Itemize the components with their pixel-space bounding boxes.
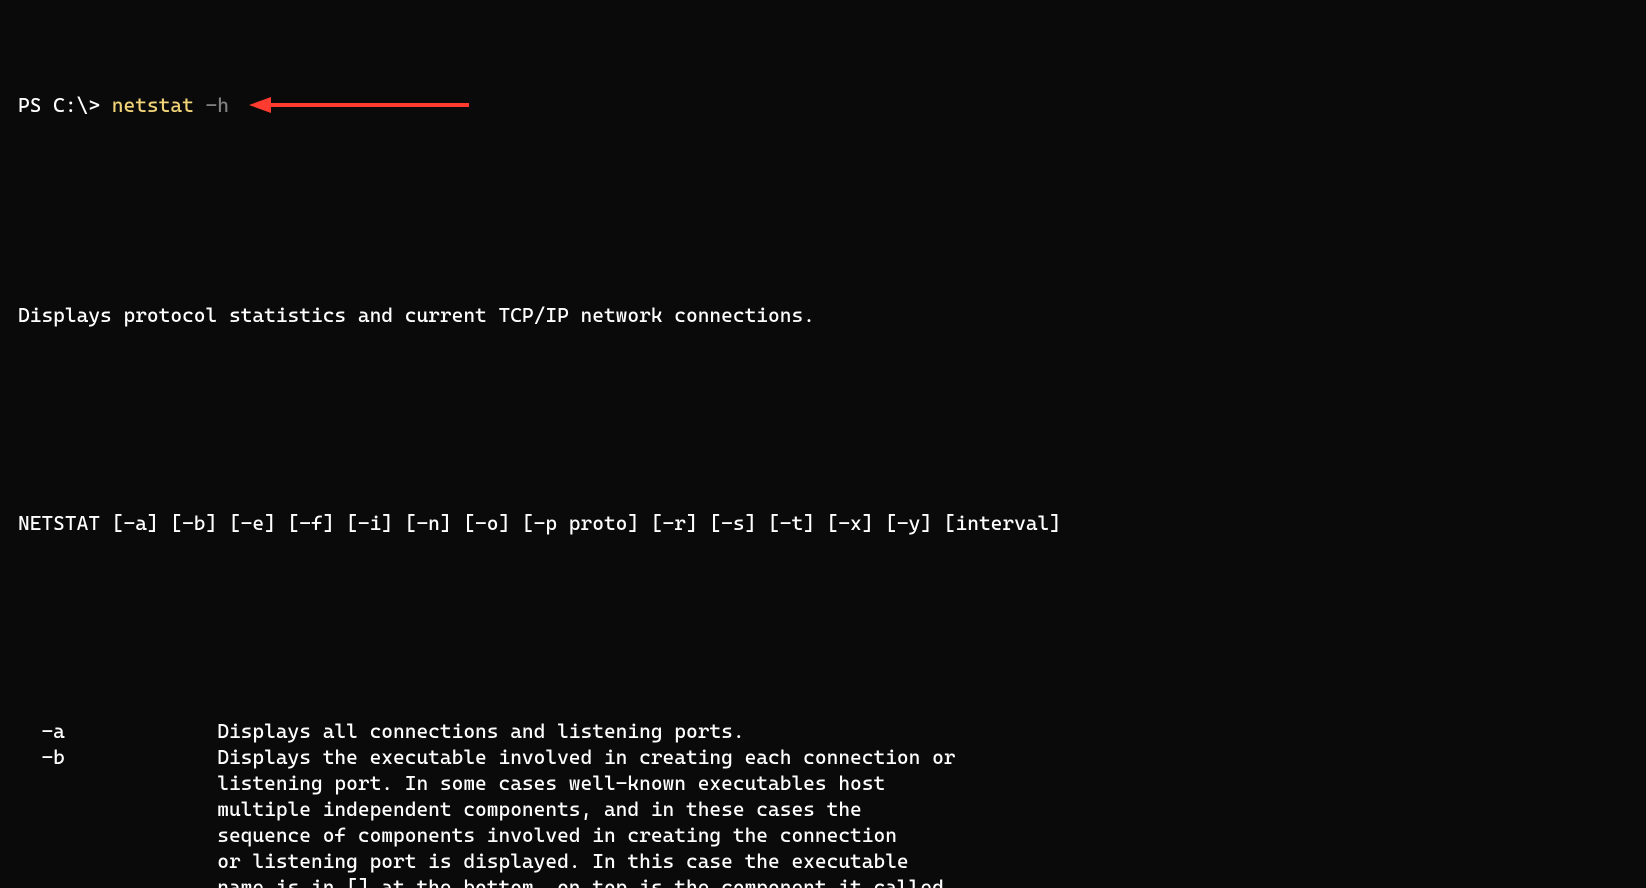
option-indent xyxy=(18,796,41,822)
option-flag xyxy=(41,874,217,888)
option-row: -b Displays the executable involved in c… xyxy=(18,744,1628,770)
help-description: Displays protocol statistics and current… xyxy=(18,302,1628,328)
option-indent xyxy=(18,770,41,796)
option-row-continuation: or listening port is displayed. In this … xyxy=(18,848,1628,874)
terminal-output[interactable]: PS C:\> netstat -h Displays protocol sta… xyxy=(0,0,1646,888)
option-row-continuation: multiple independent components, and in … xyxy=(18,796,1628,822)
option-flag xyxy=(41,848,217,874)
option-description: or listening port is displayed. In this … xyxy=(217,848,908,874)
options-list: -a Displays all connections and listenin… xyxy=(18,718,1628,888)
option-row-continuation: sequence of components involved in creat… xyxy=(18,822,1628,848)
option-description: Displays all connections and listening p… xyxy=(217,718,744,744)
annotation-arrow-icon xyxy=(249,94,469,120)
usage-line: NETSTAT [-a] [-b] [-e] [-f] [-i] [-n] [-… xyxy=(18,510,1628,536)
option-description: Displays the executable involved in crea… xyxy=(217,744,955,770)
blank-line xyxy=(18,614,1628,640)
option-indent xyxy=(18,718,41,744)
option-row-continuation: listening port. In some cases well-known… xyxy=(18,770,1628,796)
blank-line xyxy=(18,198,1628,224)
option-row-continuation: name is in [] at the bottom, on top is t… xyxy=(18,874,1628,888)
command-name: netstat xyxy=(112,93,194,117)
blank-line xyxy=(18,406,1628,432)
option-indent xyxy=(18,744,41,770)
option-indent xyxy=(18,874,41,888)
option-description: name is in [] at the bottom, on top is t… xyxy=(217,874,955,888)
command-arg: -h xyxy=(194,93,229,117)
option-flag: -b xyxy=(41,744,217,770)
prompt-line: PS C:\> netstat -h xyxy=(18,92,1628,120)
option-flag: -a xyxy=(41,718,217,744)
option-description: sequence of components involved in creat… xyxy=(217,822,897,848)
option-row: -a Displays all connections and listenin… xyxy=(18,718,1628,744)
prompt-prefix: PS C:\> xyxy=(18,93,112,117)
option-flag xyxy=(41,822,217,848)
option-flag xyxy=(41,796,217,822)
option-indent xyxy=(18,822,41,848)
option-flag xyxy=(41,770,217,796)
option-description: multiple independent components, and in … xyxy=(217,796,862,822)
option-description: listening port. In some cases well-known… xyxy=(217,770,885,796)
option-indent xyxy=(18,848,41,874)
